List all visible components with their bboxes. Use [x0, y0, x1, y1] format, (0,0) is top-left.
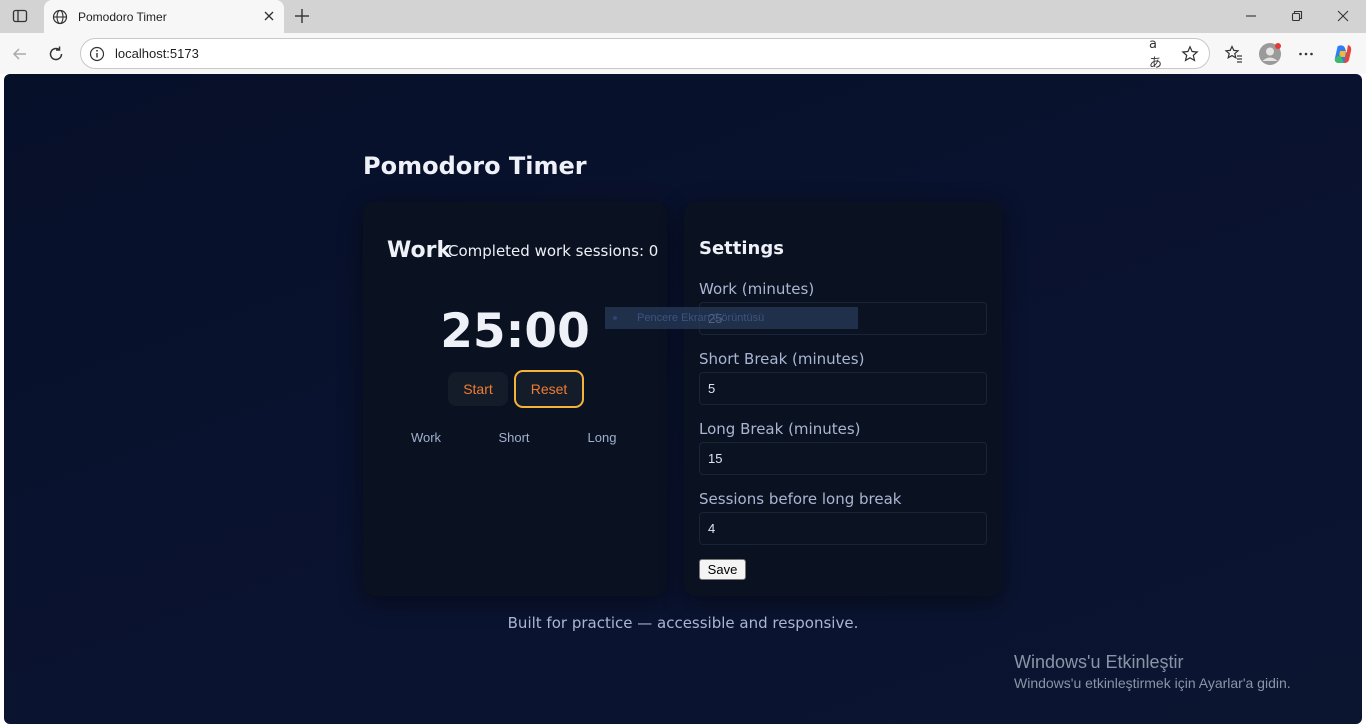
close-tab-icon[interactable] — [262, 9, 276, 23]
footer-text: Built for practice — accessible and resp… — [507, 614, 859, 632]
minimize-icon[interactable] — [1228, 4, 1274, 28]
mode-short-button[interactable]: Short — [484, 430, 544, 450]
browser-tab[interactable]: Pomodoro Timer — [44, 0, 284, 33]
favorite-star-icon[interactable] — [1181, 45, 1199, 63]
address-bar[interactable]: localhost:5173 aあ — [80, 37, 1210, 71]
completed-sessions-text: Completed work sessions: 0 — [448, 242, 659, 260]
tooltip-text: Pencere Ekran Görüntüsü — [637, 312, 765, 324]
settings-title: Settings — [699, 238, 784, 259]
short-break-label: Short Break (minutes) — [699, 350, 865, 368]
page-title: Pomodoro Timer — [363, 152, 587, 180]
work-minutes-label: Work (minutes) — [699, 280, 815, 298]
new-tab-icon[interactable] — [290, 5, 314, 27]
windows-activation-watermark: Windows'u Etkinleştir Windows'u etkinleş… — [1014, 652, 1291, 691]
sidebar-toggle-icon[interactable] — [6, 4, 34, 28]
save-button[interactable]: Save — [699, 559, 746, 580]
browser-toolbar: localhost:5173 aあ — [0, 33, 1366, 74]
short-break-input[interactable]: 5 — [699, 372, 987, 405]
back-icon[interactable] — [7, 41, 33, 67]
timer-card: Work Completed work sessions: 0 25:00 St… — [363, 202, 667, 596]
more-menu-icon[interactable] — [1293, 41, 1319, 67]
read-aloud-icon[interactable]: aあ — [1149, 37, 1167, 71]
mode-work-button[interactable]: Work — [396, 430, 456, 450]
info-icon[interactable] — [89, 46, 105, 62]
tooltip-dot-icon — [613, 316, 617, 320]
close-window-icon[interactable] — [1320, 4, 1366, 28]
restore-icon[interactable] — [1274, 4, 1320, 28]
reset-button[interactable]: Reset — [514, 370, 584, 408]
start-button[interactable]: Start — [448, 372, 508, 406]
copilot-icon[interactable] — [1330, 41, 1356, 67]
activation-subtitle: Windows'u etkinleştirmek için Ayarlar'a … — [1014, 675, 1291, 691]
tab-title: Pomodoro Timer — [78, 9, 167, 24]
refresh-icon[interactable] — [43, 41, 69, 67]
current-mode-title: Work — [387, 238, 452, 263]
globe-icon — [52, 9, 68, 24]
settings-card: Settings Work (minutes) 25 Short Break (… — [684, 202, 1002, 596]
profile-avatar-icon[interactable] — [1257, 41, 1283, 67]
long-break-input[interactable]: 15 — [699, 442, 987, 475]
long-break-label: Long Break (minutes) — [699, 420, 861, 438]
sessions-before-long-break-label: Sessions before long break — [699, 490, 902, 508]
activation-title: Windows'u Etkinleştir — [1014, 652, 1184, 672]
page-viewport: Pomodoro Timer Work Completed work sessi… — [4, 74, 1362, 724]
sessions-before-long-break-input[interactable]: 4 — [699, 512, 987, 545]
screenshot-tooltip: Pencere Ekran Görüntüsü — [605, 307, 858, 329]
url-text[interactable]: localhost:5173 — [115, 46, 199, 61]
favorites-icon[interactable] — [1221, 41, 1247, 67]
mode-long-button[interactable]: Long — [572, 430, 632, 450]
tab-bar: Pomodoro Timer — [0, 0, 1366, 33]
